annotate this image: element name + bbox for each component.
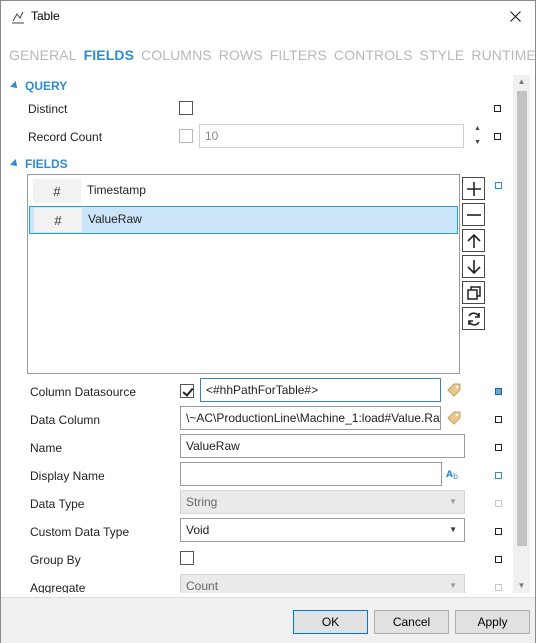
display-name-label: Display Name <box>30 469 105 483</box>
distinct-checkbox[interactable] <box>179 101 193 115</box>
record-count-checkbox[interactable] <box>179 129 193 143</box>
apply-button[interactable]: Apply <box>455 610 530 634</box>
column-datasource-input[interactable]: <#hhPathForTable#> <box>200 378 441 402</box>
spin-up-icon[interactable]: ▲ <box>474 125 481 133</box>
tag-icon[interactable] <box>447 411 461 425</box>
dialog-footer: OK Cancel Apply <box>1 597 535 643</box>
vertical-scrollbar[interactable]: ▲ ▼ <box>513 75 530 593</box>
tab-fields[interactable]: FIELDS <box>84 47 134 67</box>
spin-down-icon[interactable]: ▼ <box>474 139 481 147</box>
properties-panel: QUERY Distinct Record Count 10 ▲ ▼ FIELD… <box>9 75 531 593</box>
tab-controls[interactable]: CONTROLS <box>334 47 413 67</box>
tab-columns[interactable]: COLUMNS <box>141 47 212 67</box>
tab-general[interactable]: GENERAL <box>9 47 77 67</box>
chevron-down-icon: ▼ <box>449 497 457 506</box>
tab-rows[interactable]: ROWS <box>219 47 263 67</box>
fields-list[interactable]: # Timestamp # ValueRaw <box>27 174 460 374</box>
distinct-binding-marker[interactable] <box>494 105 501 112</box>
display-name-input[interactable] <box>180 462 442 486</box>
tab-style[interactable]: STYLE <box>420 47 465 67</box>
svg-text:A: A <box>446 470 453 480</box>
custom-data-type-value: Void <box>186 523 210 537</box>
numeric-type-icon: # <box>33 179 81 203</box>
data-type-label: Data Type <box>30 497 85 511</box>
duplicate-field-button[interactable] <box>462 281 485 304</box>
list-item[interactable]: # ValueRaw <box>29 206 458 234</box>
aggregate-value: Count <box>186 579 219 593</box>
chevron-down-icon: ▼ <box>449 525 457 534</box>
numeric-type-icon: # <box>34 208 82 232</box>
tab-strip: GENERAL FIELDS COLUMNS ROWS FILTERS CONT… <box>9 47 536 67</box>
fields-section-header[interactable]: FIELDS <box>10 157 68 171</box>
remove-field-button[interactable] <box>462 203 485 226</box>
aggregate-select[interactable]: Count ▼ <box>180 574 465 593</box>
list-item[interactable]: # Timestamp <box>29 177 458 205</box>
query-heading: QUERY <box>25 79 68 93</box>
move-down-icon <box>466 259 481 274</box>
custom-data-type-select[interactable]: Void ▼ <box>180 518 465 542</box>
move-up-button[interactable] <box>462 229 485 252</box>
scroll-down-icon[interactable]: ▼ <box>513 579 530 593</box>
record-count-input[interactable]: 10 <box>199 124 464 148</box>
tab-runtime[interactable]: RUNTIME <box>471 47 535 67</box>
data-column-label: Data Column <box>30 413 101 427</box>
name-label: Name <box>30 441 63 455</box>
duplicate-icon <box>466 285 481 300</box>
refresh-fields-button[interactable] <box>462 307 485 330</box>
aggregate-label: Aggregate <box>30 581 86 593</box>
data-type-select[interactable]: String ▼ <box>180 490 465 514</box>
refresh-icon <box>467 311 480 326</box>
title-bar: Table <box>1 1 535 33</box>
aggregate-binding-marker[interactable] <box>495 584 502 591</box>
add-icon <box>466 181 481 196</box>
data-column-input[interactable]: \~AC\ProductionLine\Machine_1:load#Value… <box>180 406 441 430</box>
remove-icon <box>466 213 481 216</box>
tab-filters[interactable]: FILTERS <box>270 47 327 67</box>
custom-data-type-label: Custom Data Type <box>30 525 130 539</box>
group-by-checkbox[interactable] <box>180 551 194 565</box>
window-title: Table <box>31 9 60 23</box>
data-type-value: String <box>186 495 218 509</box>
scrollbar-thumb[interactable] <box>517 91 527 546</box>
fields-binding-marker[interactable] <box>495 182 502 189</box>
translate-icon[interactable]: Ab <box>446 467 463 481</box>
move-up-icon <box>466 233 481 248</box>
name-binding-marker[interactable] <box>495 444 502 451</box>
query-section-header[interactable]: QUERY <box>10 79 68 93</box>
data-type-binding-marker[interactable] <box>495 500 502 507</box>
field-name: ValueRaw <box>88 212 142 226</box>
tag-icon[interactable] <box>447 383 461 397</box>
record-count-spinner[interactable]: ▲ ▼ <box>474 125 481 147</box>
move-down-button[interactable] <box>462 255 485 278</box>
svg-text:b: b <box>453 472 458 481</box>
chart-pen-icon <box>12 11 24 24</box>
field-name: Timestamp <box>87 183 146 197</box>
cancel-button[interactable]: Cancel <box>374 610 449 634</box>
record-count-label: Record Count <box>28 130 103 144</box>
close-button[interactable] <box>495 1 535 31</box>
chevron-down-icon: ▼ <box>449 581 457 590</box>
group-by-label: Group By <box>30 553 81 567</box>
record-count-binding-marker[interactable] <box>494 133 501 140</box>
custom-data-type-binding-marker[interactable] <box>495 528 502 535</box>
column-datasource-checkbox[interactable] <box>180 384 194 398</box>
scroll-up-icon[interactable]: ▲ <box>513 75 530 89</box>
column-datasource-label: Column Datasource <box>30 385 137 399</box>
ok-button[interactable]: OK <box>293 610 368 634</box>
add-field-button[interactable] <box>462 177 485 200</box>
name-input[interactable]: ValueRaw <box>180 434 465 458</box>
fields-heading: FIELDS <box>25 157 68 171</box>
collapse-triangle-icon <box>10 159 20 169</box>
table-dialog: Table GENERAL FIELDS COLUMNS ROWS FILTER… <box>0 0 536 643</box>
close-icon <box>509 10 521 22</box>
data-column-binding-marker[interactable] <box>495 416 502 423</box>
display-name-binding-marker[interactable] <box>495 472 502 479</box>
group-by-binding-marker[interactable] <box>495 556 502 563</box>
column-datasource-binding-marker[interactable] <box>495 388 502 395</box>
distinct-label: Distinct <box>28 102 68 116</box>
collapse-triangle-icon <box>10 81 20 91</box>
